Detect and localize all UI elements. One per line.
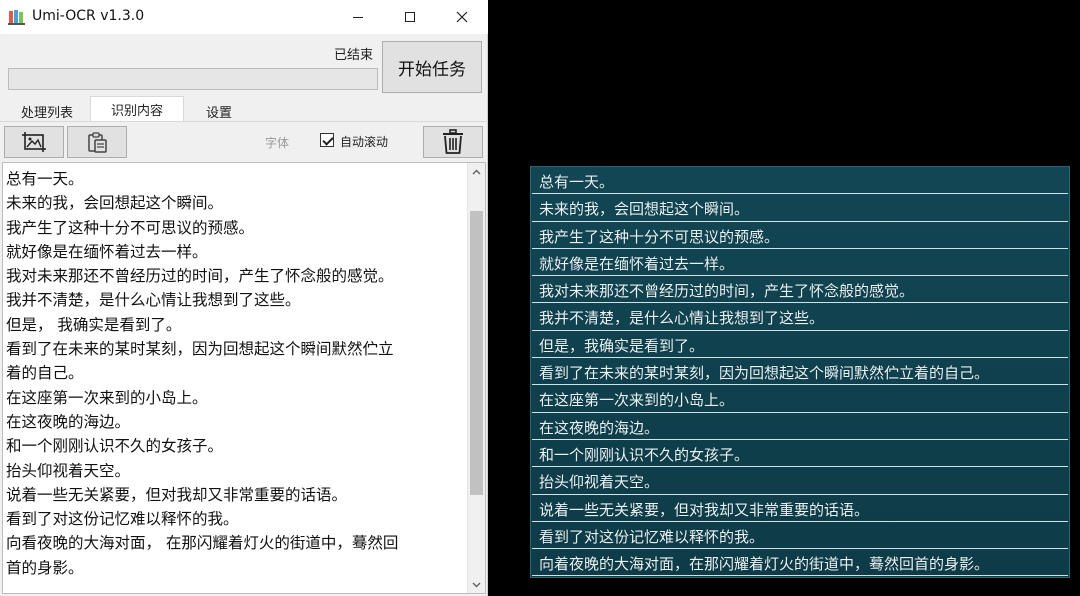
task-status: 已结束: [334, 48, 374, 63]
vertical-scrollbar[interactable]: [467, 163, 485, 593]
text-line: 就好像是在缅怀着过去一样。: [6, 242, 208, 261]
game-text-row: 在这座第一次来到的小岛上。: [532, 385, 1068, 413]
game-text-line: 未来的我，会回想起这个瞬间。: [539, 200, 750, 219]
scrollbar-thumb[interactable]: [470, 211, 483, 495]
game-text-row: 抬头仰视着天空。: [532, 467, 1068, 495]
tab-recognized-content[interactable]: 识别内容: [90, 96, 184, 122]
game-text-line: 就好像是在缅怀着过去一样。: [539, 254, 735, 273]
text-line: 我产生了这种十分不可思议的预感。: [6, 218, 255, 237]
autoscroll-label[interactable]: 自动滚动: [340, 133, 388, 150]
game-text-line: 总有一天。: [539, 173, 615, 191]
game-text-row: 说着一些无关紧要，但对我却又非常重要的话语。: [532, 495, 1068, 522]
text-line: 和一个刚刚认识不久的女孩子。: [6, 437, 224, 456]
scroll-up-button[interactable]: [468, 163, 485, 180]
clipboard-icon: [88, 132, 107, 153]
game-text-row: 我并不清楚，是什么心情让我想到了这些。: [532, 303, 1068, 331]
text-line: 我并不清楚，是什么心情让我想到了这些。: [6, 291, 301, 310]
tab-divider: [0, 121, 488, 122]
font-label[interactable]: 字体: [265, 134, 289, 151]
text-line: 首的身影。: [6, 558, 84, 577]
screenshot-button[interactable]: [4, 126, 64, 158]
game-text-line: 说着一些无关紧要，但对我却又非常重要的话语。: [539, 500, 870, 519]
game-text-row: 在这夜晚的海边。: [532, 413, 1068, 440]
game-text-line: 我产生了这种十分不可思议的预感。: [539, 227, 780, 246]
tab-bar: 处理列表 识别内容 设置: [0, 96, 488, 122]
umi-ocr-window: Umi-OCR v1.3.0 已结束 开始任务 处理列表 识别内容 设置 字体 …: [0, 0, 488, 596]
tab-settings[interactable]: 设置: [184, 100, 254, 122]
text-line: 未来的我，会回想起这个瞬间。: [6, 194, 224, 213]
app-logo-icon: [8, 10, 25, 25]
minimize-icon: [353, 17, 363, 18]
text-line: 着的自己。: [6, 364, 84, 383]
text-line: 说着一些无关紧要，但对我却又非常重要的话语。: [6, 485, 348, 504]
game-text-row: 未来的我，会回想起这个瞬间。: [532, 194, 1068, 222]
text-line: 向看夜晚的大海对面， 在那闪耀着灯火的街道中，蓦然回: [6, 534, 399, 553]
game-text-lines: 总有一天。未来的我，会回想起这个瞬间。我产生了这种十分不可思议的预感。 就好像是在…: [531, 167, 1069, 577]
progress-bar: [8, 68, 378, 90]
game-text-line: 向着夜晚的大海对面，在那闪耀着灯火的街道中，蓦然回首的身影。: [539, 555, 990, 574]
game-text-row: 但是，我确实是看到了。: [532, 331, 1068, 359]
game-text-line: 在这座第一次来到的小岛上。: [539, 391, 735, 410]
game-text-row: 总有一天。: [532, 167, 1068, 195]
game-text-row: 向着夜晚的大海对面，在那闪耀着灯火的街道中，蓦然回首的身影。: [532, 549, 1068, 577]
game-text-row: 和一个刚刚认识不久的女孩子。: [532, 440, 1068, 468]
text-line: 抬头仰视着天空。: [6, 461, 131, 480]
game-text-line: 和一个刚刚认识不久的女孩子。: [539, 445, 750, 464]
game-text-panel: 总有一天。未来的我，会回想起这个瞬间。我产生了这种十分不可思议的预感。 就好像是在…: [530, 166, 1070, 578]
title-bar[interactable]: Umi-OCR v1.3.0: [0, 0, 488, 34]
game-text-line: 但是，我确实是看到了。: [539, 336, 705, 355]
text-line: 看到了对这份记忆难以释怀的我。: [6, 510, 239, 529]
maximize-icon: [405, 12, 415, 22]
text-line: 总有一天。: [6, 170, 84, 188]
close-button[interactable]: [436, 0, 488, 34]
arrow-up-icon: [472, 169, 481, 174]
trash-icon: [443, 129, 463, 154]
game-text-line: 抬头仰视着天空。: [539, 473, 660, 492]
game-text-row: 我对未来那还不曾经历过的时间，产生了怀念般的感觉。: [532, 276, 1068, 304]
paste-button[interactable]: [67, 126, 127, 158]
clear-button[interactable]: [423, 126, 483, 158]
game-text-line: 我并不清楚，是什么心情让我想到了这些。: [539, 309, 825, 328]
text-line: 看到了在未来的某时某刻，因为回想起这个瞬间默然伫立: [6, 340, 394, 359]
start-task-button[interactable]: 开始任务: [382, 41, 482, 93]
tab-process-list[interactable]: 处理列表: [4, 100, 90, 122]
game-text-line: 我对未来那还不曾经历过的时间，产生了怀念般的感觉。: [539, 282, 915, 301]
game-text-line: 看到了对这份记忆难以释怀的我。: [539, 527, 765, 546]
game-text-line: 在这夜晚的海边。: [539, 418, 660, 437]
autoscroll-checkbox[interactable]: [320, 133, 334, 147]
game-text-row: 我产生了这种十分不可思议的预感。: [532, 222, 1068, 249]
image-icon: [22, 132, 46, 152]
minimize-button[interactable]: [332, 0, 384, 34]
text-lines: 总有一天。未来的我，会回想起这个瞬间。我产生了这种十分不可思议的预感。 就好像是在…: [6, 167, 466, 580]
game-text-row: 看到了在未来的某时某刻，因为回想起这个瞬间默然伫立着的自己。: [532, 358, 1068, 386]
scroll-down-button[interactable]: [468, 576, 485, 593]
text-line: 在这夜晚的海边。: [6, 412, 131, 431]
maximize-button[interactable]: [384, 0, 436, 34]
arrow-down-icon: [472, 582, 481, 587]
window-title: Umi-OCR v1.3.0: [32, 8, 145, 24]
recognized-text-area[interactable]: 总有一天。未来的我，会回想起这个瞬间。我产生了这种十分不可思议的预感。 就好像是在…: [2, 162, 486, 594]
game-text-row: 就好像是在缅怀着过去一样。: [532, 249, 1068, 277]
game-text-line: 看到了在未来的某时某刻，因为回想起这个瞬间默然伫立着的自己。: [539, 364, 990, 383]
text-line: 我对未来那还不曾经历过的时间，产生了怀念般的感觉。: [6, 267, 394, 286]
text-line: 但是， 我确实是看到了。: [6, 315, 182, 334]
text-line: 在这座第一次来到的小岛上。: [6, 388, 208, 407]
game-text-row: 看到了对这份记忆难以释怀的我。: [532, 522, 1068, 550]
close-icon: [456, 11, 468, 23]
